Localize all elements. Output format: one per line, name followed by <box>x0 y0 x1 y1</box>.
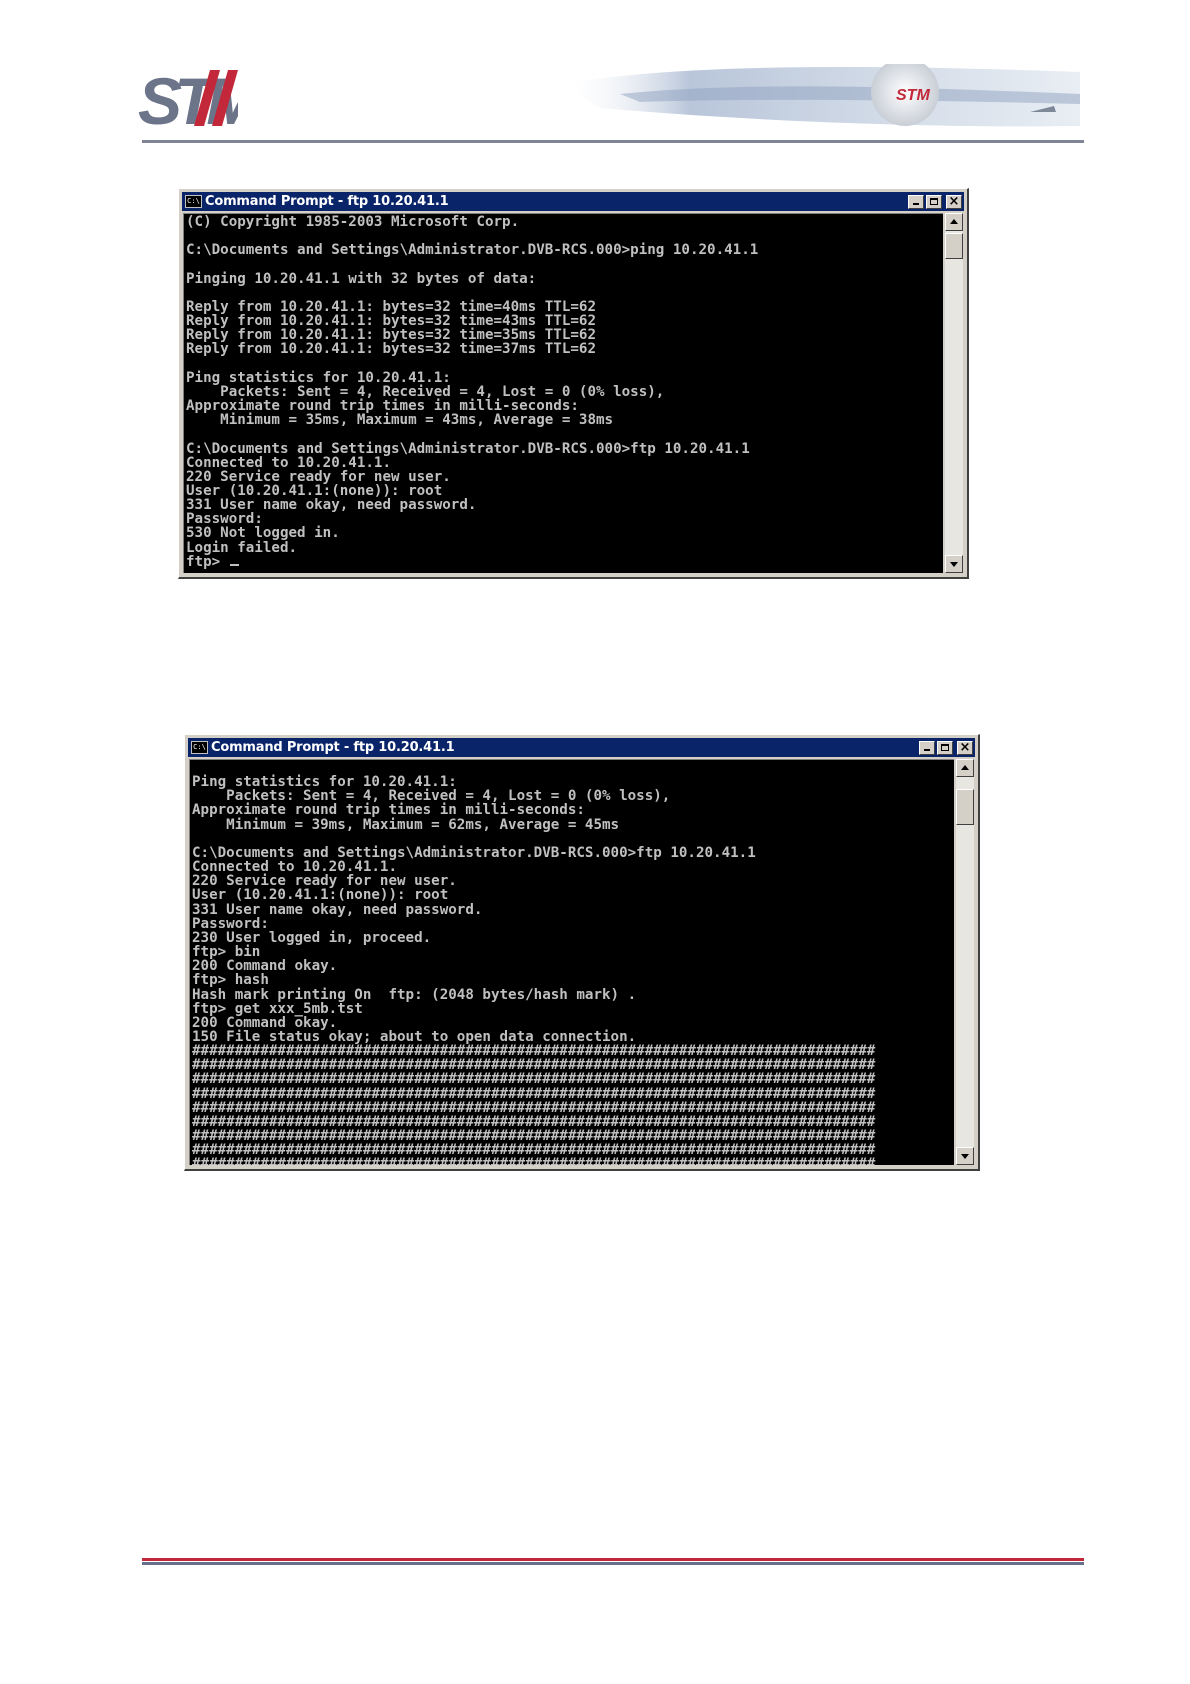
minimize-button[interactable] <box>919 740 935 755</box>
maximize-icon <box>941 743 949 751</box>
close-button[interactable]: × <box>946 193 962 209</box>
scroll-thumb[interactable] <box>945 233 963 259</box>
scroll-thumb[interactable] <box>956 789 974 825</box>
footer-divider-blue <box>142 1562 1084 1565</box>
console-line: (C) Copyright 1985-2003 Microsoft Corp. <box>186 214 520 230</box>
console-text: Ping statistics for 10.20.41.1: Packets:… <box>190 760 954 1165</box>
scroll-up-button[interactable] <box>956 759 974 777</box>
vertical-scrollbar[interactable] <box>945 213 963 573</box>
maximize-icon <box>930 197 938 205</box>
maximize-button[interactable] <box>937 740 953 755</box>
console-line: Minimum = 35ms, Maximum = 43ms, Average … <box>186 412 614 429</box>
close-icon: × <box>948 193 960 209</box>
scroll-down-button[interactable] <box>945 555 963 573</box>
window-controls: × <box>919 739 973 755</box>
stm-logo: STM <box>138 64 271 138</box>
close-button[interactable]: × <box>957 739 973 755</box>
console-text: (C) Copyright 1985-2003 Microsoft Corp. … <box>184 214 943 569</box>
console-line: ########################################… <box>192 1156 876 1165</box>
window-title: Command Prompt - ftp 10.20.41.1 <box>211 740 455 755</box>
arrow-up-icon <box>961 765 969 770</box>
console-output[interactable]: Ping statistics for 10.20.41.1: Packets:… <box>189 759 954 1165</box>
command-prompt-window-ftp-transfer[interactable]: C:\ Command Prompt - ftp 10.20.41.1 × Pi… <box>184 734 980 1171</box>
window-titlebar[interactable]: C:\ Command Prompt - ftp 10.20.41.1 × <box>182 192 964 211</box>
minimize-button[interactable] <box>908 194 924 209</box>
vertical-scrollbar[interactable] <box>956 759 974 1165</box>
arrow-up-icon <box>950 219 958 224</box>
console-line: Reply from 10.20.41.1: bytes=32 time=37m… <box>186 341 596 358</box>
maximize-button[interactable] <box>926 194 942 209</box>
text-cursor <box>229 563 239 566</box>
minimize-icon <box>924 748 930 751</box>
window-title: Command Prompt - ftp 10.20.41.1 <box>205 194 449 209</box>
window-controls: × <box>908 193 962 209</box>
console-line: ftp> <box>186 553 229 570</box>
footer-divider-red <box>142 1558 1084 1561</box>
cmd-icon: C:\ <box>191 741 208 754</box>
header-divider <box>142 140 1084 143</box>
console-line: Minimum = 39ms, Maximum = 62ms, Average … <box>192 816 620 833</box>
close-icon: × <box>959 739 971 755</box>
cmd-icon: C:\ <box>185 195 202 208</box>
arrow-down-icon <box>950 562 958 567</box>
command-prompt-window-ping[interactable]: C:\ Command Prompt - ftp 10.20.41.1 × (C… <box>178 188 969 579</box>
scroll-down-button[interactable] <box>956 1147 974 1165</box>
window-titlebar[interactable]: C:\ Command Prompt - ftp 10.20.41.1 × <box>188 738 975 757</box>
arrow-down-icon <box>961 1154 969 1159</box>
console-line: C:\Documents and Settings\Administrator.… <box>186 242 759 259</box>
scroll-up-button[interactable] <box>945 213 963 231</box>
banner-logo-text: STM <box>896 87 930 104</box>
console-line: Pinging 10.20.41.1 with 32 bytes of data… <box>186 270 537 287</box>
console-output[interactable]: (C) Copyright 1985-2003 Microsoft Corp. … <box>183 213 943 573</box>
header-banner-image: STM <box>560 29 1080 134</box>
minimize-icon <box>913 202 919 205</box>
